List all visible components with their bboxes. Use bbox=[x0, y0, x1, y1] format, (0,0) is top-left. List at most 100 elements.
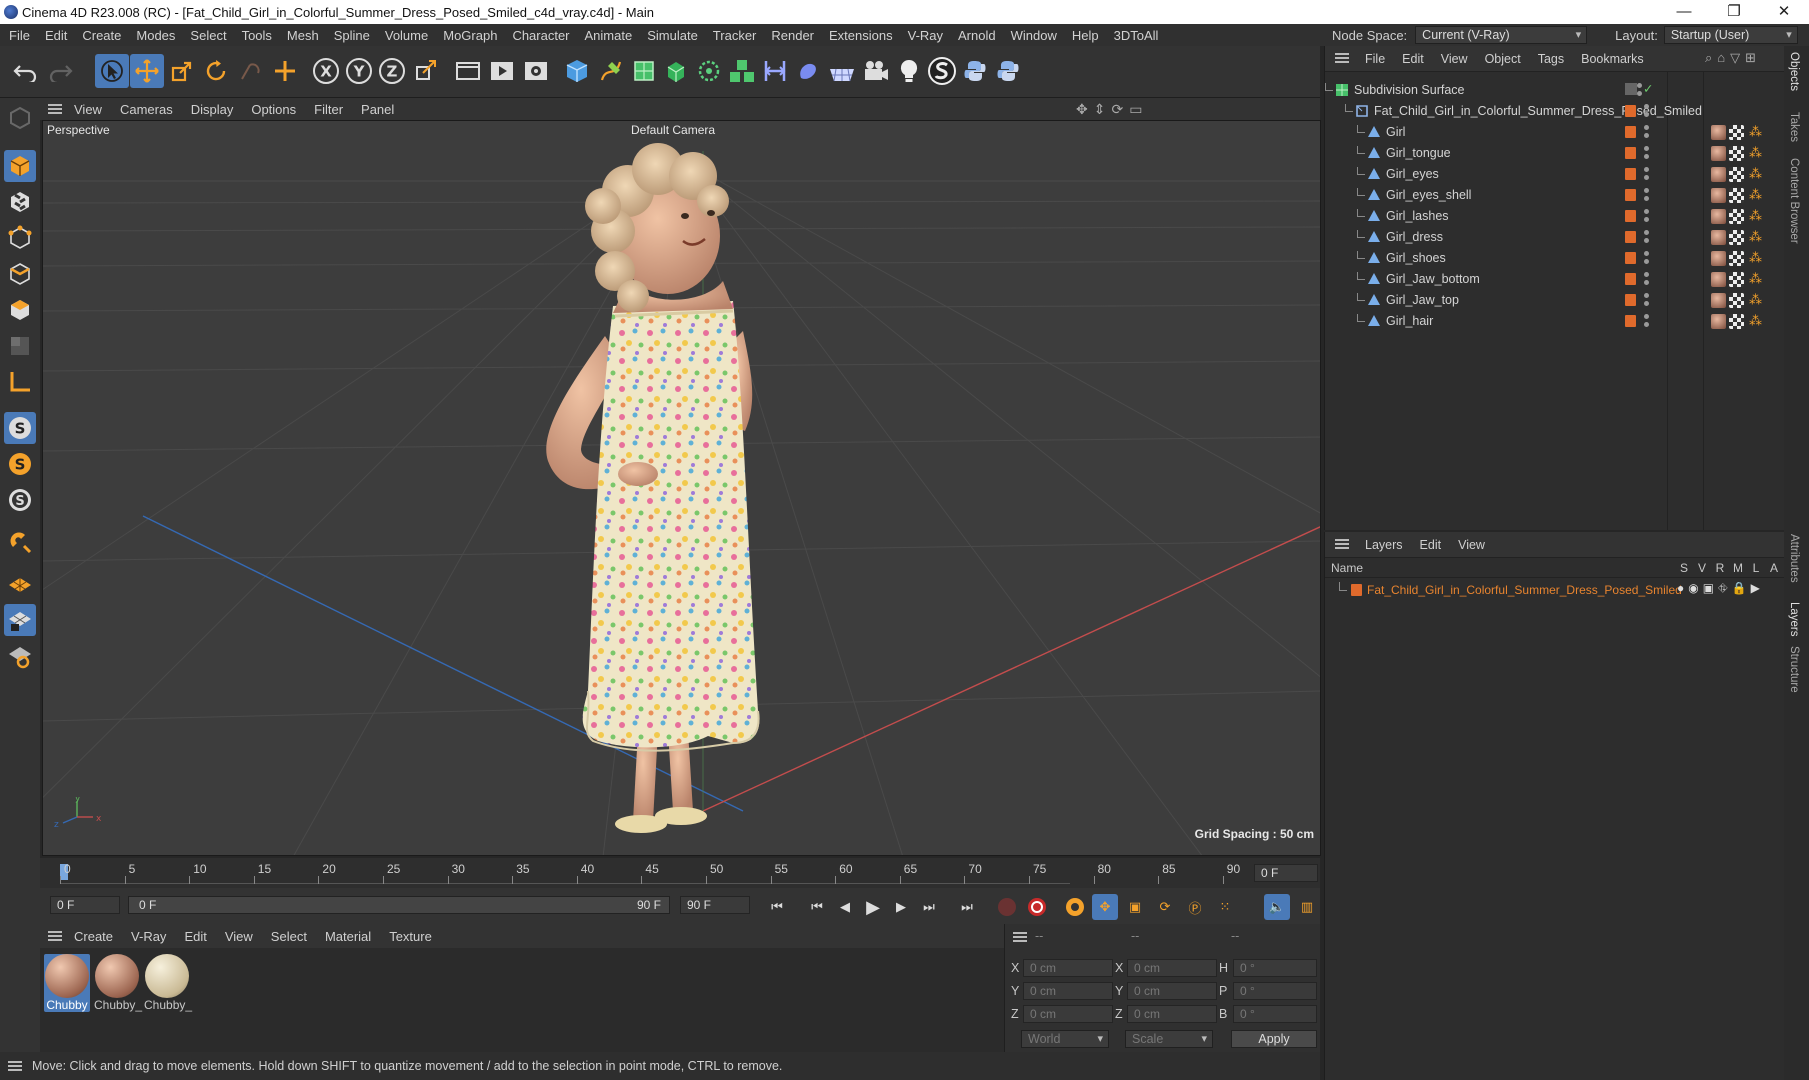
object-row-child[interactable]: Girl_lashes ⁂ bbox=[1325, 206, 1785, 227]
mograph-button[interactable] bbox=[725, 54, 759, 88]
node-space-dropdown[interactable]: Current (V-Ray) bbox=[1415, 26, 1588, 44]
uvw-tag-icon[interactable] bbox=[1729, 188, 1744, 203]
object-menu-tags[interactable]: Tags bbox=[1538, 52, 1564, 66]
object-name[interactable]: Girl_tongue bbox=[1386, 146, 1451, 160]
vray-tag-icon[interactable]: ⁂ bbox=[1749, 124, 1762, 140]
object-name[interactable]: Subdivision Surface bbox=[1354, 83, 1464, 97]
uvw-tag-icon[interactable] bbox=[1729, 314, 1744, 329]
menu-modes[interactable]: Modes bbox=[136, 28, 175, 43]
tab-structure[interactable]: Structure bbox=[1788, 646, 1800, 693]
menu-simulate[interactable]: Simulate bbox=[647, 28, 698, 43]
object-row-child[interactable]: Girl_Jaw_top ⁂ bbox=[1325, 290, 1785, 311]
object-row-child[interactable]: Girl_eyes ⁂ bbox=[1325, 164, 1785, 185]
object-name[interactable]: Girl_shoes bbox=[1386, 251, 1446, 265]
material-tag-icon[interactable] bbox=[1711, 230, 1726, 245]
vray-button[interactable] bbox=[925, 54, 959, 88]
viewport-nav-icons[interactable]: ✥⇕⟳▭ bbox=[1076, 101, 1148, 118]
layer-color[interactable] bbox=[1625, 210, 1636, 222]
rotate-tool-button[interactable] bbox=[199, 54, 233, 88]
visibility-dots-icon[interactable] bbox=[1643, 125, 1649, 139]
prev-key-icon[interactable]: ⏮ bbox=[804, 894, 830, 920]
size-y-field[interactable]: 0 cm bbox=[1127, 982, 1217, 1000]
object-row-group[interactable]: Fat_Child_Girl_in_Colorful_Summer_Dress_… bbox=[1325, 101, 1785, 122]
object-menu-view[interactable]: View bbox=[1441, 52, 1468, 66]
menu-mograph[interactable]: MoGraph bbox=[443, 28, 497, 43]
visibility-dots-icon[interactable] bbox=[1643, 314, 1649, 328]
uvw-tag-icon[interactable] bbox=[1729, 272, 1744, 287]
uvw-tag-icon[interactable] bbox=[1729, 251, 1744, 266]
render-settings-button[interactable] bbox=[519, 54, 553, 88]
redo-button[interactable] bbox=[44, 54, 78, 88]
sound-icon[interactable]: 🔈 bbox=[1264, 894, 1290, 920]
material-menu-edit[interactable]: Edit bbox=[184, 929, 206, 944]
vray-tag-icon[interactable]: ⁂ bbox=[1749, 229, 1762, 245]
uvw-tag-icon[interactable] bbox=[1729, 125, 1744, 140]
range-slider[interactable]: 0 F 90 F bbox=[128, 896, 670, 914]
timeline-ruler[interactable]: 0 5 10 15 20 25 30 35 40 45 50 55 60 65 70 75 80 85 90 0 F bbox=[40, 858, 1320, 888]
object-row-child[interactable]: Girl ⁂ bbox=[1325, 122, 1785, 143]
undo-button[interactable] bbox=[8, 54, 42, 88]
viewport-menu-cameras[interactable]: Cameras bbox=[120, 102, 173, 117]
layer-menu-layers[interactable]: Layers bbox=[1365, 538, 1403, 552]
menu-extensions[interactable]: Extensions bbox=[829, 28, 893, 43]
material-tag-icon[interactable] bbox=[1711, 188, 1726, 203]
girl-figure[interactable] bbox=[533, 131, 853, 851]
record-icon[interactable] bbox=[994, 894, 1020, 920]
material-tag-icon[interactable] bbox=[1711, 293, 1726, 308]
visibility-dots-icon[interactable] bbox=[1643, 230, 1649, 244]
deformer-button[interactable] bbox=[758, 54, 792, 88]
menu-tools[interactable]: Tools bbox=[242, 28, 272, 43]
material-menu-icon[interactable] bbox=[48, 931, 62, 941]
tweak-mode-button[interactable] bbox=[4, 526, 36, 558]
material-tag-icon[interactable] bbox=[1711, 209, 1726, 224]
layout-dropdown[interactable]: Startup (User) bbox=[1663, 26, 1798, 44]
viewport-menu-options[interactable]: Options bbox=[251, 102, 296, 117]
object-name[interactable]: Girl bbox=[1386, 125, 1405, 139]
polygon-mode-button[interactable] bbox=[4, 294, 36, 326]
y-axis-button[interactable]: Y bbox=[342, 54, 376, 88]
render-region-button[interactable] bbox=[451, 54, 485, 88]
pos-y-field[interactable]: 0 cm bbox=[1023, 982, 1113, 1000]
menu-select[interactable]: Select bbox=[190, 28, 226, 43]
goto-end-icon[interactable]: ⏭ bbox=[954, 894, 980, 920]
scale-tool-button[interactable] bbox=[165, 54, 199, 88]
object-search-icons[interactable]: ⌕⌂▽⊞ bbox=[1705, 50, 1761, 66]
size-z-field[interactable]: 0 cm bbox=[1127, 1005, 1217, 1023]
key-rotation-icon[interactable]: ⟳ bbox=[1152, 894, 1178, 920]
pen-spline-button[interactable] bbox=[594, 54, 628, 88]
enabled-check-icon[interactable]: ✓ bbox=[1643, 81, 1653, 96]
material-menu-create[interactable]: Create bbox=[74, 929, 113, 944]
coordinate-system-button[interactable] bbox=[409, 54, 443, 88]
layer-menu-edit[interactable]: Edit bbox=[1420, 538, 1442, 552]
layer-menu-icon[interactable] bbox=[1335, 539, 1349, 549]
visibility-dots-icon[interactable] bbox=[1643, 251, 1649, 265]
keyframe-settings-icon[interactable] bbox=[1062, 894, 1088, 920]
workplane-button[interactable] bbox=[4, 568, 36, 600]
rot-h-field[interactable]: 0 ° bbox=[1233, 959, 1317, 977]
object-name[interactable]: Girl_Jaw_top bbox=[1386, 293, 1459, 307]
cube-object-button[interactable] bbox=[560, 54, 594, 88]
object-menu-object[interactable]: Object bbox=[1485, 52, 1521, 66]
menu-edit[interactable]: Edit bbox=[45, 28, 67, 43]
pos-x-field[interactable]: 0 cm bbox=[1023, 959, 1113, 977]
python-button[interactable] bbox=[958, 54, 992, 88]
object-name[interactable]: Girl_hair bbox=[1386, 314, 1433, 328]
field-button[interactable] bbox=[791, 54, 825, 88]
vray-tag-icon[interactable]: ⁂ bbox=[1749, 166, 1762, 182]
vray-tag-icon[interactable]: ⁂ bbox=[1749, 250, 1762, 266]
object-row-child[interactable]: Girl_hair ⁂ bbox=[1325, 311, 1785, 332]
object-row-child[interactable]: Girl_dress ⁂ bbox=[1325, 227, 1785, 248]
transform-tool-button[interactable] bbox=[268, 54, 302, 88]
rot-p-field[interactable]: 0 ° bbox=[1233, 982, 1317, 1000]
menu-animate[interactable]: Animate bbox=[585, 28, 633, 43]
layer-color[interactable] bbox=[1625, 231, 1636, 243]
key-position-icon[interactable]: ✥ bbox=[1092, 894, 1118, 920]
menu-spline[interactable]: Spline bbox=[334, 28, 370, 43]
x-axis-button[interactable]: X bbox=[309, 54, 343, 88]
tab-objects[interactable]: Objects bbox=[1788, 52, 1800, 91]
object-name[interactable]: Girl_dress bbox=[1386, 230, 1443, 244]
visibility-dots-icon[interactable] bbox=[1643, 293, 1649, 307]
model-mode-button[interactable] bbox=[4, 150, 36, 182]
visibility-dots-icon[interactable] bbox=[1643, 167, 1649, 181]
layer-name[interactable]: Fat_Child_Girl_in_Colorful_Summer_Dress_… bbox=[1367, 583, 1682, 597]
